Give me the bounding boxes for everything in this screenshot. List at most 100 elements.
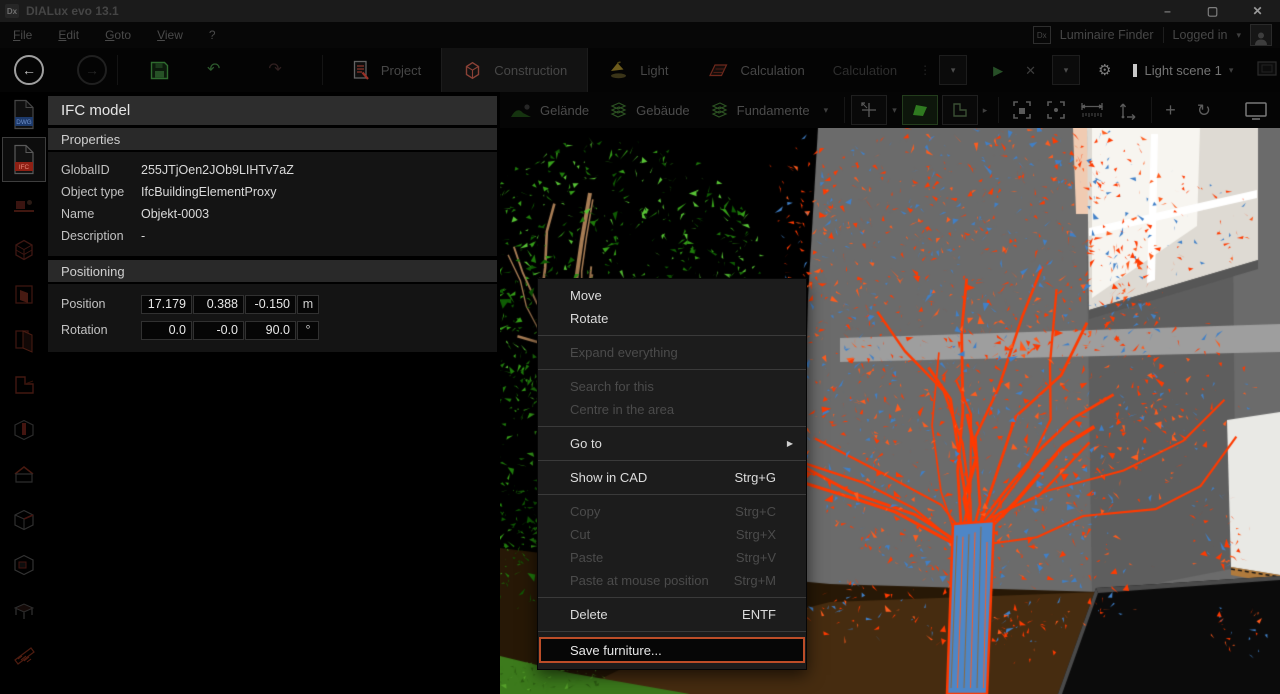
maximize-button[interactable]: ▢ — [1190, 0, 1235, 22]
context-menu-item-expand-everything: Expand everything — [538, 341, 806, 364]
sidebar-item-roof[interactable] — [2, 452, 46, 497]
logged-in-menu[interactable]: Logged in — [1173, 28, 1228, 42]
description-label: Description — [48, 229, 141, 243]
draw-lshape-button[interactable] — [942, 95, 978, 125]
sidebar-item-cube-column[interactable] — [2, 407, 46, 452]
display-icon[interactable] — [1244, 101, 1268, 120]
properties-section: GlobalID 255JTjOen2JOb9LIHTv7aZ Object t… — [48, 152, 497, 256]
menu-goto[interactable]: Goto — [92, 28, 144, 42]
sidebar-item-ifc-file[interactable]: IFC — [2, 137, 46, 182]
reference-point-button[interactable] — [851, 95, 887, 125]
light-scene-label: Light scene 1 — [1144, 63, 1221, 78]
sidebar-item-cube-opening[interactable] — [2, 542, 46, 587]
rotation-z-input[interactable]: 90.0 — [245, 321, 296, 340]
context-menu-item-save-furniture[interactable]: Save furniture... — [539, 637, 805, 663]
sidebar-item-open-door[interactable] — [2, 317, 46, 362]
position-y-input[interactable]: 0.388 — [193, 295, 244, 314]
properties-section-header[interactable]: Properties — [48, 128, 497, 150]
tab-light[interactable]: Light — [588, 48, 688, 92]
context-menu-item-copy: Copy Strg+C — [538, 500, 806, 523]
sidebar-item-table[interactable] — [2, 587, 46, 632]
undo-icon[interactable]: ↶ — [207, 62, 220, 78]
divider — [1151, 97, 1152, 123]
draw-polygon-button[interactable] — [902, 95, 938, 125]
description-value: - — [141, 229, 145, 243]
name-value: Objekt-0003 — [141, 207, 209, 221]
menu-help[interactable]: ? — [196, 28, 229, 42]
sidebar-item-storey-cube[interactable] — [2, 227, 46, 272]
context-menu-item-rotate[interactable]: Rotate — [538, 307, 806, 330]
rotation-x-input[interactable]: 0.0 — [141, 321, 192, 340]
sidebar-item-dwg-file[interactable]: DWG — [2, 92, 46, 137]
tab-project[interactable]: Project — [333, 48, 441, 92]
sidebar-item-cube[interactable] — [2, 497, 46, 542]
chevron-down-icon[interactable]: ▾ — [892, 105, 897, 116]
user-avatar[interactable] — [1250, 24, 1272, 46]
chevron-down-icon[interactable]: ▾ — [1236, 30, 1241, 41]
positioning-section-header[interactable]: Positioning — [48, 260, 497, 282]
submenu-arrow-icon: ▶ — [787, 439, 806, 448]
forward-button[interactable]: → — [77, 55, 107, 85]
minimize-button[interactable]: – — [1145, 0, 1190, 22]
back-button[interactable]: ← — [14, 55, 44, 85]
rotate-view-icon[interactable]: ↻ — [1197, 102, 1211, 119]
select-area-icon[interactable] — [1012, 100, 1032, 120]
ifc-model-panel: IFC model Properties GlobalID 255JTjOen2… — [48, 96, 497, 356]
terrain-icon — [510, 102, 532, 119]
measure-icon[interactable] — [1080, 101, 1104, 119]
context-menu-item-show-in-cad[interactable]: Show in CAD Strg+G — [538, 466, 806, 489]
tab-calculation[interactable]: Calculation — [688, 48, 824, 92]
position-z-input[interactable]: -0.150 — [245, 295, 296, 314]
calculation-dropdown-button[interactable]: ▾ — [939, 55, 967, 85]
sidebar-item-ramp-hatch[interactable] — [2, 632, 46, 677]
position-x-input[interactable]: 17.179 — [141, 295, 192, 314]
menu-edit[interactable]: Edit — [45, 28, 92, 42]
settings-gear-icon[interactable]: ⚙ — [1098, 63, 1111, 78]
light-scene-selector[interactable]: Light scene 1 ▾ — [1133, 63, 1233, 78]
context-menu-item-go-to[interactable]: Go to ▶ — [538, 432, 806, 455]
globalid-label: GlobalID — [48, 163, 141, 177]
display-mode-icon[interactable] — [1255, 59, 1279, 81]
move-vertical-icon[interactable] — [1118, 100, 1138, 120]
cancel-calculation-icon[interactable]: ✕ — [1025, 64, 1036, 77]
terrain-label: Gelände — [540, 103, 589, 118]
terrain-button[interactable]: Gelände — [500, 102, 599, 119]
luminaire-finder-link[interactable]: Luminaire Finder — [1060, 28, 1154, 42]
save-icon[interactable] — [150, 61, 169, 80]
window-title: DIALux evo 13.1 — [26, 4, 119, 18]
shortcut-label: Strg+V — [736, 550, 806, 565]
menu-view[interactable]: View — [144, 28, 196, 42]
foundations-label: Fundamente — [737, 103, 810, 118]
context-menu-item-search-for-this: Search for this — [538, 375, 806, 398]
sidebar-item-door-panel[interactable] — [2, 272, 46, 317]
select-point-icon[interactable] — [1046, 100, 1066, 120]
chevron-down-icon: ▾ — [1229, 65, 1234, 76]
start-calculation-icon[interactable]: ▶ — [993, 64, 1003, 77]
sidebar-item-furniture[interactable] — [2, 182, 46, 227]
foundations-button[interactable]: Fundamente ▾ — [700, 101, 839, 120]
context-menu-item-delete[interactable]: Delete ENTF — [538, 603, 806, 626]
light-icon — [608, 61, 629, 79]
redo-icon[interactable]: ↷ — [268, 62, 281, 78]
rotation-unit: ° — [297, 321, 319, 340]
chevron-right-icon[interactable]: ▸ — [983, 105, 988, 116]
shortcut-label: Strg+C — [735, 504, 806, 519]
context-menu-item-move[interactable]: Move — [538, 284, 806, 307]
construction-icon — [462, 60, 483, 81]
chevron-down-icon[interactable]: ▾ — [824, 105, 829, 116]
rotation-label: Rotation — [48, 323, 141, 337]
tab-construction-label: Construction — [494, 63, 567, 78]
menu-file[interactable]: File — [0, 28, 45, 42]
property-row-globalid: GlobalID 255JTjOen2JOb9LIHTv7aZ — [48, 159, 497, 181]
tab-construction[interactable]: Construction — [441, 48, 588, 92]
add-icon[interactable]: + — [1165, 101, 1176, 119]
dialux-box-icon: Dx — [1033, 26, 1051, 44]
divider — [998, 97, 999, 123]
menu-separator — [538, 494, 806, 495]
close-button[interactable]: ✕ — [1235, 0, 1280, 22]
results-dropdown-button[interactable]: ▾ — [1052, 55, 1080, 85]
rotation-y-input[interactable]: -0.0 — [193, 321, 244, 340]
building-button[interactable]: Gebäude — [599, 101, 700, 120]
main-toolbar: ← → ↶ ↷ Project Construction Light Calcu… — [0, 48, 1280, 92]
sidebar-item-l-shape-floor[interactable] — [2, 362, 46, 407]
